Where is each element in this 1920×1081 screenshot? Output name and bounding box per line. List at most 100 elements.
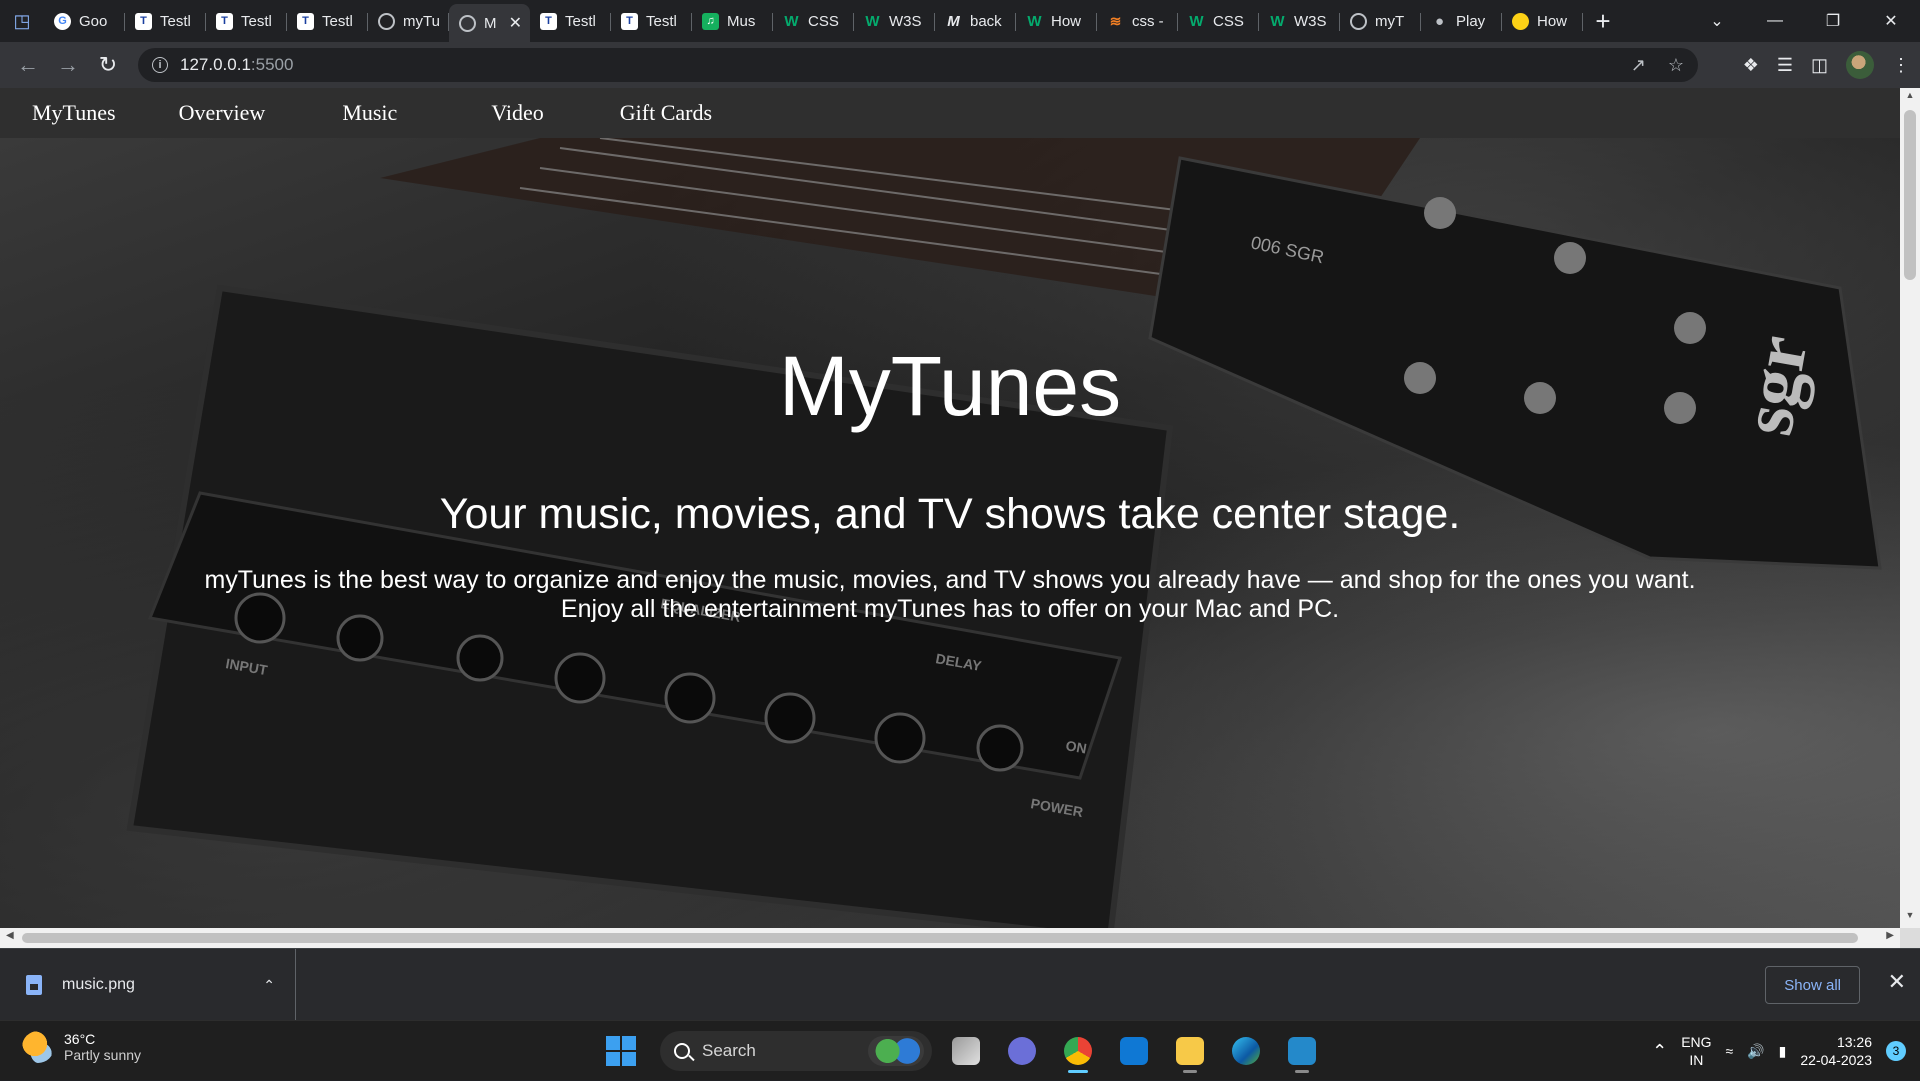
browser-tab[interactable]: Mback — [935, 4, 1016, 38]
teams-chat-icon[interactable] — [1000, 1029, 1044, 1073]
nav-mytunes[interactable]: MyTunes — [32, 100, 116, 126]
nav-video[interactable]: Video — [491, 100, 543, 126]
site-info-icon[interactable]: i — [152, 57, 168, 73]
restore-button[interactable]: ❐ — [1804, 0, 1862, 42]
tab-list: G Goo T Testl T Testl T Testl myTu M ✕ T Testl T Testl… — [44, 0, 1583, 42]
hero-description: myTunes is the best way to organize and … — [150, 566, 1750, 624]
wifi-icon[interactable]: ≈ — [1726, 1043, 1734, 1059]
edge-icon[interactable] — [1224, 1029, 1268, 1073]
google-icon: G — [54, 12, 71, 30]
start-button[interactable] — [606, 1036, 636, 1066]
close-window-button[interactable]: ✕ — [1862, 0, 1920, 42]
bookmark-star-icon[interactable]: ☆ — [1668, 55, 1684, 76]
testbook-icon: T — [540, 12, 557, 30]
battery-icon[interactable]: ▮ — [1779, 1043, 1787, 1060]
side-panel-icon[interactable]: ◫ — [1811, 55, 1828, 76]
file-explorer-icon[interactable] — [1168, 1029, 1212, 1073]
browser-tab[interactable]: G Goo — [44, 4, 125, 38]
nav-music[interactable]: Music — [342, 100, 397, 126]
scroll-right-arrow-icon[interactable]: ▶ — [1886, 930, 1894, 941]
weather-widget[interactable]: 36°C Partly sunny — [22, 1031, 141, 1063]
browser-tab[interactable]: T Testl — [125, 4, 206, 38]
vertical-scrollbar[interactable]: ▲ ▼ — [1900, 88, 1920, 928]
tab-title: Testl — [646, 12, 677, 30]
browser-tab[interactable]: ● Play — [1421, 4, 1502, 38]
download-shelf: music.png ⌃ Show all ✕ — [0, 948, 1920, 1021]
mail-icon[interactable] — [1112, 1029, 1156, 1073]
browser-tab[interactable]: How — [1502, 4, 1583, 38]
tab-title: How — [1537, 12, 1568, 30]
profile-avatar[interactable] — [1846, 51, 1874, 79]
download-filename: music.png — [62, 976, 135, 993]
tab-search-icon[interactable]: ◳ — [0, 0, 44, 42]
scroll-up-arrow-icon[interactable]: ▲ — [1900, 90, 1920, 106]
close-shelf-icon[interactable]: ✕ — [1888, 969, 1906, 995]
share-icon[interactable]: ↗ — [1631, 55, 1646, 76]
tab-title: Play — [1456, 12, 1486, 30]
chevron-up-icon[interactable]: ⌃ — [263, 977, 275, 994]
url-host: 127.0.0.1 — [180, 55, 251, 74]
language-code: ENG — [1681, 1034, 1712, 1050]
hero-section: 006 SGR sgr INPUT EQUALIZER DELAY ON POW… — [0, 138, 1900, 928]
globe-icon — [378, 12, 395, 30]
browser-tab[interactable]: T Testl — [206, 4, 287, 38]
clock[interactable]: 13:26 22-04-2023 — [1800, 1033, 1872, 1069]
new-tab-button[interactable]: + — [1583, 0, 1623, 42]
hero-title: MyTunes — [778, 339, 1122, 433]
chevron-up-tray-icon[interactable]: ⌃ — [1652, 1041, 1667, 1062]
address-bar[interactable]: i 127.0.0.1:5500 ↗ ☆ — [138, 48, 1698, 82]
notification-badge[interactable]: 3 — [1886, 1041, 1906, 1061]
browser-tab[interactable]: myT — [1340, 4, 1421, 38]
nav-overview[interactable]: Overview — [179, 100, 266, 126]
clock-date: 22-04-2023 — [1800, 1052, 1872, 1068]
tab-title: Mus — [727, 12, 756, 30]
language-indicator[interactable]: ENG IN — [1681, 1033, 1711, 1069]
region-code: IN — [1689, 1052, 1704, 1068]
scroll-left-arrow-icon[interactable]: ◀ — [6, 930, 14, 941]
search-label: Search — [702, 1041, 756, 1060]
minimize-button[interactable]: — — [1746, 0, 1804, 42]
nav-gift-cards[interactable]: Gift Cards — [620, 100, 712, 126]
scrollbar-corner — [1900, 928, 1920, 948]
browser-tab[interactable]: M ✕ — [449, 4, 530, 42]
tab-list-chevron-icon[interactable]: ⌄ — [1688, 0, 1746, 42]
tab-title: CSS — [808, 12, 839, 30]
menu-kebab-icon[interactable]: ⋮ — [1892, 55, 1910, 76]
taskbar-search[interactable]: Search — [660, 1031, 932, 1071]
m-icon: M — [947, 12, 960, 30]
media-queue-icon[interactable]: ☰ — [1777, 55, 1793, 76]
extensions-puzzle-icon[interactable]: ❖ — [1743, 55, 1759, 76]
browser-tab[interactable]: T Testl — [611, 4, 692, 38]
browser-tab[interactable]: W CSS — [1178, 4, 1259, 38]
window-controls: ⌄ — ❐ ✕ — [1688, 0, 1920, 42]
browser-tab[interactable]: W CSS — [773, 4, 854, 38]
chrome-icon[interactable] — [1056, 1029, 1100, 1073]
task-view-icon[interactable] — [944, 1029, 988, 1073]
browser-tab[interactable]: W W3S — [854, 4, 935, 38]
browser-tab[interactable]: W How — [1016, 4, 1097, 38]
windows-taskbar: 36°C Partly sunny Search ⌃ ENG IN ≈ 🔊 ▮ … — [0, 1020, 1920, 1080]
tab-title: Goo — [79, 12, 108, 30]
reload-button[interactable]: ↻ — [88, 45, 128, 85]
download-item[interactable]: music.png ⌃ — [0, 949, 296, 1021]
vertical-scroll-thumb[interactable] — [1904, 110, 1916, 280]
horizontal-scrollbar[interactable]: ◀ ▶ — [0, 928, 1900, 948]
tab-title: CSS — [1213, 12, 1244, 30]
horizontal-scroll-thumb[interactable] — [22, 933, 1858, 943]
forward-button[interactable]: → — [48, 45, 88, 85]
browser-tab[interactable]: myTu — [368, 4, 449, 38]
browser-tab[interactable]: T Testl — [287, 4, 368, 38]
scroll-down-arrow-icon[interactable]: ▼ — [1900, 910, 1920, 926]
show-all-button[interactable]: Show all — [1765, 966, 1860, 1004]
close-tab-icon[interactable]: ✕ — [509, 13, 522, 33]
volume-icon[interactable]: 🔊 — [1747, 1043, 1764, 1060]
vscode-icon[interactable] — [1280, 1029, 1324, 1073]
search-icon — [674, 1043, 690, 1059]
browser-tab[interactable]: ≋ css - — [1097, 4, 1178, 38]
back-button[interactable]: ← — [8, 45, 48, 85]
tab-title: Testl — [241, 12, 272, 30]
browser-tab[interactable]: T Testl — [530, 4, 611, 38]
browser-tab[interactable]: W W3S — [1259, 4, 1340, 38]
browser-toolbar: ← → ↻ i 127.0.0.1:5500 ↗ ☆ ❖ ☰ ◫ ⋮ — [0, 42, 1920, 88]
browser-tab[interactable]: ♫ Mus — [692, 4, 773, 38]
